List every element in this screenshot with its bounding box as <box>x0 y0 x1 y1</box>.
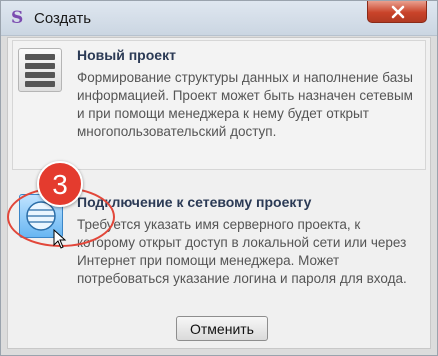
close-button[interactable] <box>367 1 427 23</box>
app-icon: S <box>11 8 24 28</box>
step-number-badge: 3 <box>37 161 83 207</box>
create-dialog: S Создать Новый проект Формирование стру… <box>0 0 438 356</box>
close-icon <box>391 5 405 19</box>
option-title: Новый проект <box>77 47 176 63</box>
title-bar: S Создать <box>1 1 437 36</box>
mouse-cursor-icon <box>53 229 67 249</box>
option-description: Формирование структуры данных и наполнен… <box>77 70 413 139</box>
window-title: Создать <box>34 10 92 27</box>
option-description: Требуется указать имя серверного проекта… <box>77 217 407 286</box>
cancel-button[interactable]: Отменить <box>176 316 268 341</box>
database-icon <box>18 48 62 92</box>
option-new-project[interactable]: Новый проект Формирование структуры данн… <box>12 40 426 170</box>
